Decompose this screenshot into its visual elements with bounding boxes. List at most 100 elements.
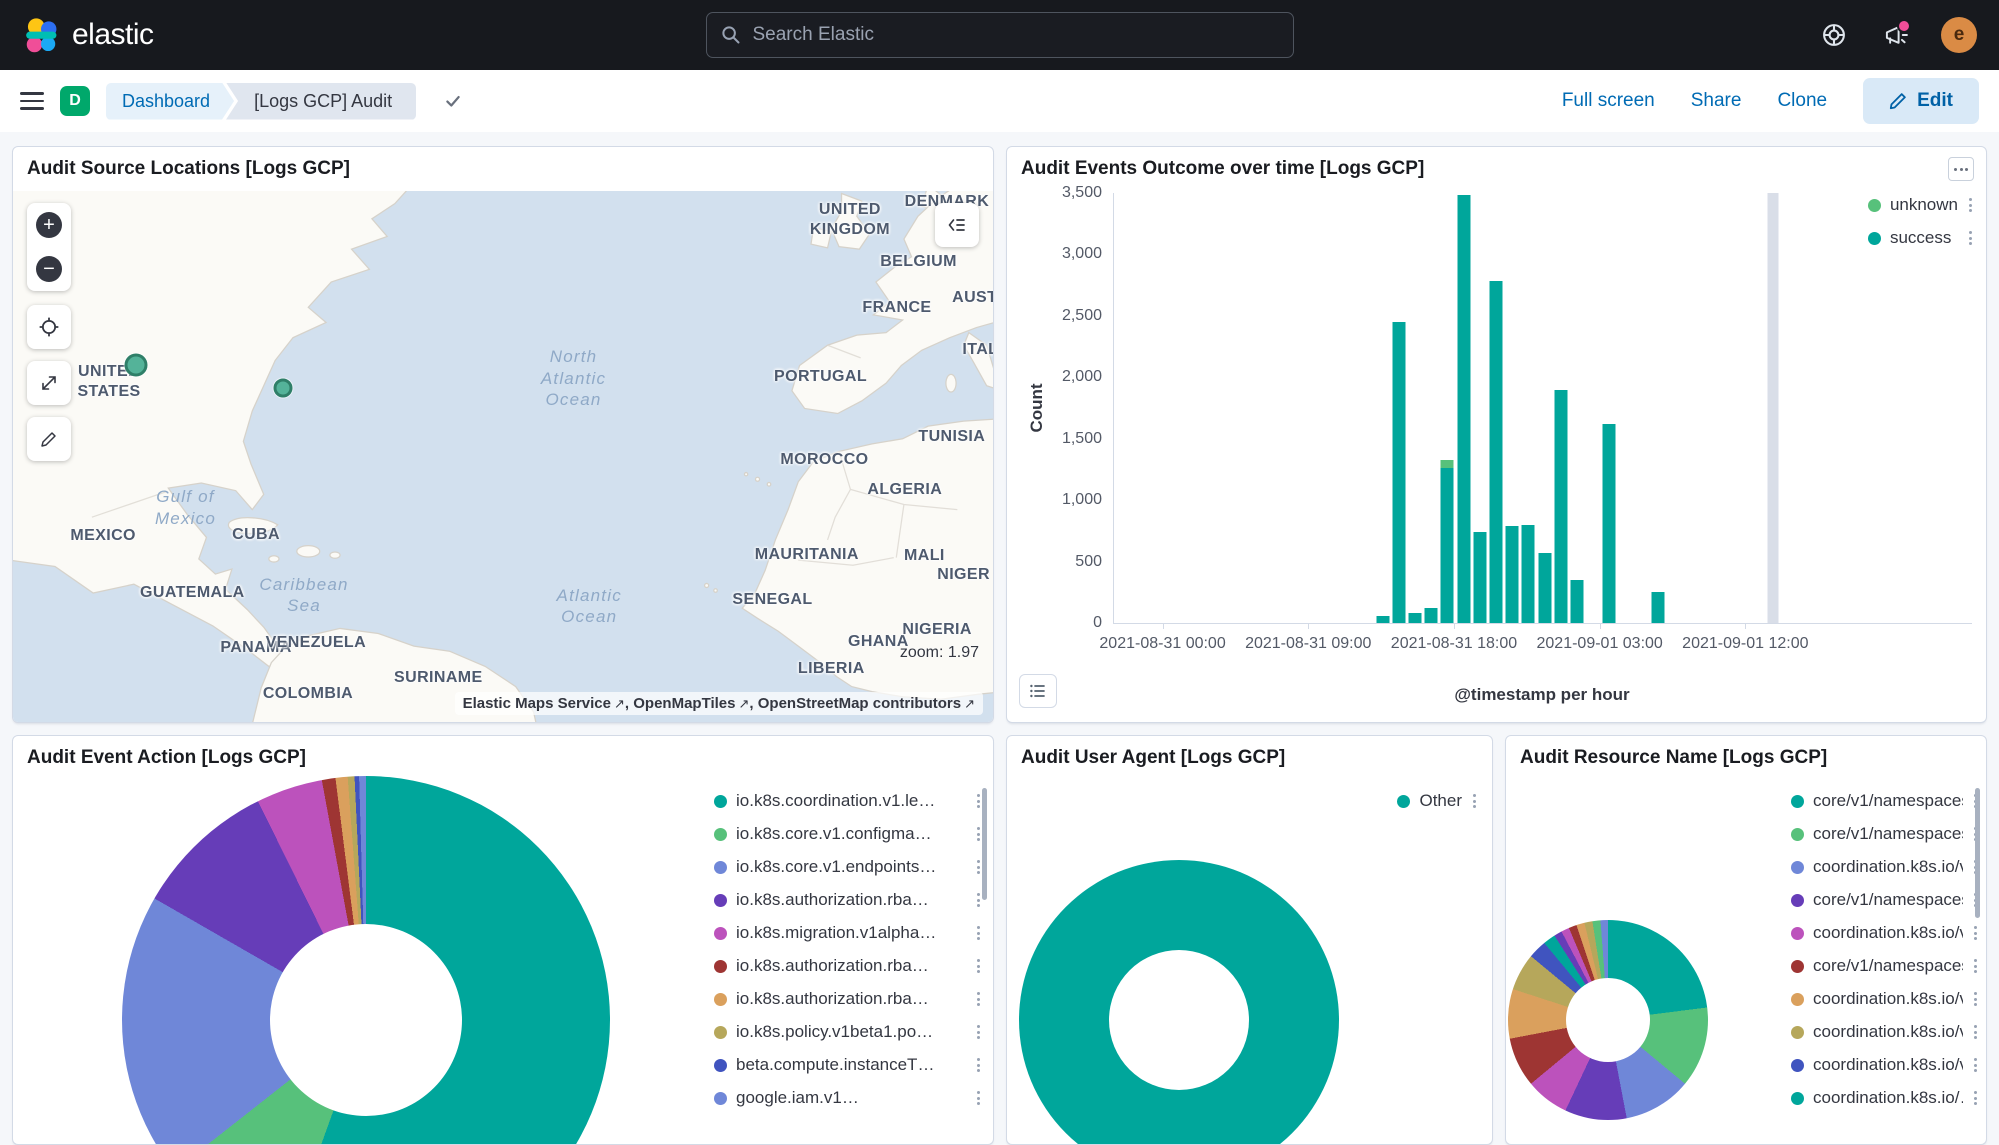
legend-item[interactable]: unknown — [1868, 195, 1974, 215]
legend-item[interactable]: coordination.k8s.io/v… — [1791, 989, 1979, 1009]
search-input[interactable] — [751, 23, 1279, 47]
zoom-out-button[interactable]: − — [27, 247, 71, 291]
panel-title[interactable]: Audit Events Outcome over time [Logs GCP… — [1007, 147, 1986, 185]
legend-item[interactable]: coordination.k8s.io/v… — [1791, 923, 1979, 943]
legend-actions-icon[interactable] — [1972, 957, 1979, 975]
draw-tools-button[interactable] — [27, 417, 71, 461]
bar-success[interactable] — [1506, 526, 1519, 623]
legend-actions-icon[interactable] — [1972, 1089, 1979, 1107]
elastic-home[interactable]: elastic — [22, 16, 154, 54]
bar-success[interactable] — [1538, 553, 1551, 623]
clone-link[interactable]: Clone — [1777, 90, 1827, 112]
global-search[interactable] — [706, 12, 1294, 58]
legend-item[interactable]: google.iam.v1… — [714, 1088, 982, 1108]
legend-item[interactable]: io.k8s.authorization.rba… — [714, 956, 982, 976]
bar-success[interactable] — [1376, 616, 1389, 623]
legend-item[interactable]: coordination.k8s.io/v… — [1791, 1055, 1979, 1075]
donut-hole — [1566, 978, 1650, 1062]
bar-success[interactable] — [1522, 525, 1535, 623]
legend-label: coordination.k8s.io/v… — [1813, 857, 1963, 877]
map-attribution-link[interactable]: OpenStreetMap contributors↗ — [758, 695, 975, 712]
fit-to-data-button[interactable] — [27, 361, 71, 405]
map-marker[interactable] — [274, 379, 293, 398]
legend-actions-icon[interactable] — [975, 1023, 982, 1041]
legend-actions-icon[interactable] — [1972, 990, 1979, 1008]
legend-item[interactable]: Other — [1397, 791, 1478, 811]
panel-title[interactable]: Audit Resource Name [Logs GCP] — [1506, 736, 1986, 774]
legend-actions-icon[interactable] — [975, 858, 982, 876]
bar-success[interactable] — [1554, 390, 1567, 623]
legend-actions-icon[interactable] — [1967, 196, 1974, 214]
legend-actions-icon[interactable] — [1967, 229, 1974, 247]
bar-success[interactable] — [1570, 580, 1583, 623]
legend-item[interactable]: beta.compute.instanceT… — [714, 1055, 982, 1075]
breadcrumb-dashboard[interactable]: Dashboard — [106, 83, 234, 120]
legend-item[interactable]: io.k8s.policy.v1beta1.po… — [714, 1022, 982, 1042]
bar-success[interactable] — [1651, 592, 1664, 623]
map-attribution-link[interactable]: OpenMapTiles↗ — [633, 695, 749, 712]
legend-actions-icon[interactable] — [1972, 1056, 1979, 1074]
legend-actions-icon[interactable] — [975, 825, 982, 843]
event-action-donut-chart[interactable] — [122, 776, 610, 1145]
legend-item[interactable]: io.k8s.authorization.rba… — [714, 890, 982, 910]
bar-unknown[interactable] — [1441, 460, 1454, 469]
bar-success[interactable] — [1392, 322, 1405, 623]
set-view-button[interactable] — [27, 305, 71, 349]
legend-actions-icon[interactable] — [1972, 924, 1979, 942]
map-attribution-link[interactable]: Elastic Maps Service↗ — [463, 695, 625, 712]
legend-color-dot — [714, 960, 727, 973]
panel-title[interactable]: Audit User Agent [Logs GCP] — [1007, 736, 1492, 774]
legend-item[interactable]: io.k8s.authorization.rba… — [714, 989, 982, 1009]
map-country-label: BELGIUM — [880, 252, 957, 272]
legend-toggle-button[interactable] — [1019, 674, 1057, 708]
legend-item[interactable]: core/v1/namespaces/… — [1791, 824, 1979, 844]
map-marker[interactable] — [125, 353, 148, 376]
panel-options-icon[interactable] — [1948, 157, 1974, 181]
legend-actions-icon[interactable] — [975, 1056, 982, 1074]
legend-item[interactable]: coordination.k8s.io/v… — [1791, 1022, 1979, 1042]
legend-actions-icon[interactable] — [975, 957, 982, 975]
saved-check-icon[interactable] — [444, 92, 462, 110]
menu-button[interactable] — [20, 92, 44, 110]
bar-success[interactable] — [1425, 608, 1438, 623]
share-link[interactable]: Share — [1691, 90, 1742, 112]
bar-success[interactable] — [1603, 424, 1616, 623]
panel-title[interactable]: Audit Event Action [Logs GCP] — [13, 736, 993, 774]
bar-success[interactable] — [1473, 532, 1486, 623]
resource-name-donut-chart[interactable] — [1508, 920, 1708, 1120]
bar-success[interactable] — [1441, 468, 1454, 623]
zoom-in-button[interactable]: + — [27, 203, 71, 247]
map-canvas[interactable]: UNITED KINGDOMDENMARKBELGIUMFRANCEAUSTRI… — [13, 191, 993, 722]
help-button[interactable] — [1817, 18, 1851, 52]
legend-actions-icon[interactable] — [975, 891, 982, 909]
space-badge[interactable]: D — [60, 86, 90, 116]
news-button[interactable] — [1879, 18, 1913, 52]
legend-scrollbar[interactable] — [982, 788, 987, 900]
legend-item[interactable]: coordination.k8s.io/v… — [1791, 857, 1979, 877]
legend-item[interactable]: io.k8s.migration.v1alpha… — [714, 923, 982, 943]
edit-button[interactable]: Edit — [1863, 78, 1979, 124]
legend-item[interactable]: success — [1868, 228, 1974, 248]
legend-item[interactable]: io.k8s.core.v1.configma… — [714, 824, 982, 844]
bar-success[interactable] — [1409, 613, 1422, 623]
legend-actions-icon[interactable] — [975, 990, 982, 1008]
bar-success[interactable] — [1490, 281, 1503, 623]
legend-actions-icon[interactable] — [1471, 792, 1478, 810]
legend-item[interactable]: core/v1/namespaces/… — [1791, 890, 1979, 910]
legend-actions-icon[interactable] — [975, 924, 982, 942]
full-screen-link[interactable]: Full screen — [1562, 90, 1655, 112]
legend-actions-icon[interactable] — [975, 1089, 982, 1107]
user-agent-donut-chart[interactable] — [1019, 860, 1339, 1145]
legend-item[interactable]: io.k8s.core.v1.endpoints… — [714, 857, 982, 877]
bar-success[interactable] — [1457, 195, 1470, 623]
legend-item[interactable]: io.k8s.coordination.v1.le… — [714, 791, 982, 811]
legend-item[interactable]: coordination.k8s.io/… — [1791, 1088, 1979, 1108]
legend-item[interactable]: core/v1/namespaces/… — [1791, 791, 1979, 811]
legend-actions-icon[interactable] — [975, 792, 982, 810]
collapse-layers-button[interactable] — [935, 203, 979, 247]
legend-scrollbar[interactable] — [1975, 788, 1980, 918]
user-avatar[interactable]: e — [1941, 17, 1977, 53]
legend-item[interactable]: core/v1/namespaces/… — [1791, 956, 1979, 976]
panel-title[interactable]: Audit Source Locations [Logs GCP] — [13, 147, 993, 185]
legend-actions-icon[interactable] — [1972, 1023, 1979, 1041]
